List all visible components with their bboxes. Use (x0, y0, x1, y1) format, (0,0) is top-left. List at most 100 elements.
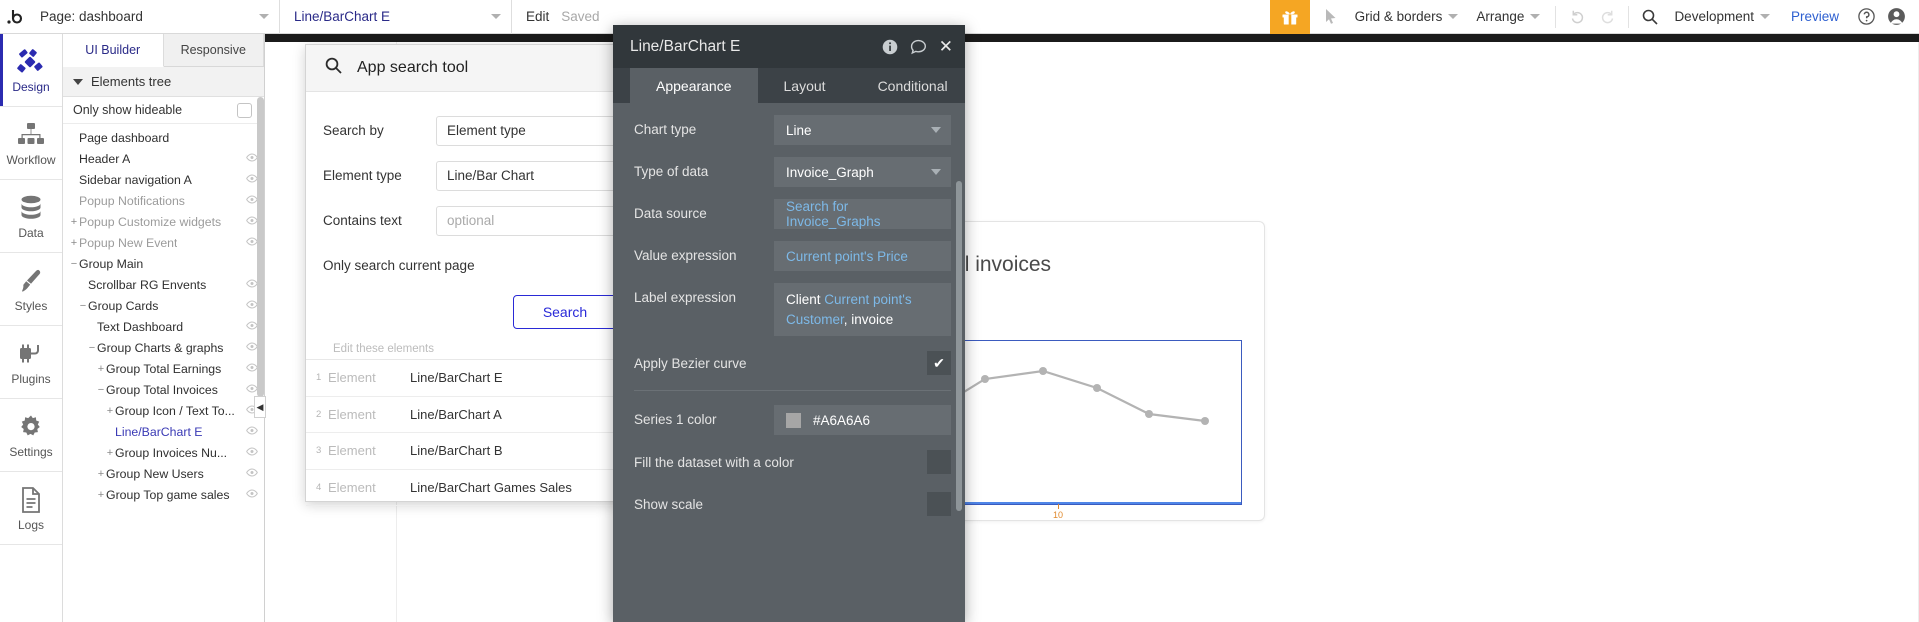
tab-layout[interactable]: Layout (758, 68, 852, 103)
tree-node[interactable]: − Group Charts & graphs (63, 337, 264, 358)
eye-icon[interactable] (240, 173, 258, 186)
eye-icon[interactable] (240, 215, 258, 228)
rail-item-design[interactable]: Design (0, 34, 62, 107)
eye-icon[interactable] (240, 299, 258, 312)
rail-item-data[interactable]: Data (0, 180, 62, 253)
tree-node[interactable]: Popup Notifications (63, 190, 264, 211)
preview-button[interactable]: Preview (1779, 9, 1851, 24)
tree-node[interactable]: − Group Total Invoices (63, 379, 264, 400)
tree-node[interactable]: Header A (63, 148, 264, 169)
tree-node[interactable]: Line/BarChart E (63, 421, 264, 442)
question-circle-icon[interactable] (1851, 0, 1881, 34)
eye-icon[interactable] (240, 362, 258, 375)
page-selector[interactable]: Page: dashboard (26, 0, 280, 34)
eye-icon[interactable] (240, 152, 258, 165)
apply-bezier-checkbox[interactable]: ✔ (927, 351, 951, 376)
tree-scrollbar[interactable] (257, 97, 264, 397)
collapse-icon[interactable]: − (96, 384, 106, 396)
collapse-icon[interactable]: − (87, 342, 97, 354)
rail-item-settings[interactable]: Settings (0, 399, 62, 472)
cursor-arrow-icon[interactable] (1316, 8, 1346, 25)
only-show-hideable-row[interactable]: Only show hideable (63, 97, 264, 124)
fill-dataset-checkbox[interactable] (927, 450, 951, 475)
rail-item-label: Workflow (6, 152, 56, 167)
chevron-down-icon (259, 14, 269, 19)
info-circle-icon[interactable] (882, 39, 898, 55)
tab-ui-builder[interactable]: UI Builder (63, 34, 164, 67)
collapse-icon[interactable]: − (69, 258, 79, 270)
tree-node[interactable]: + Group New Users (63, 463, 264, 484)
search-by-value: Element type (447, 123, 526, 138)
redo-icon[interactable] (1592, 0, 1622, 34)
property-editor-scrollbar[interactable] (956, 181, 962, 511)
eye-icon[interactable] (240, 425, 258, 438)
comment-icon[interactable] (910, 39, 927, 55)
eye-icon[interactable] (240, 320, 258, 333)
rail-item-logs[interactable]: Logs (0, 472, 62, 545)
grid-borders-menu[interactable]: Grid & borders (1346, 9, 1468, 24)
elements-tree-header[interactable]: Elements tree (63, 67, 264, 97)
tree-node[interactable]: − Group Main (63, 253, 264, 274)
tree-node[interactable]: + Group Top game sales (63, 484, 264, 505)
eye-icon[interactable] (240, 236, 258, 249)
expand-icon[interactable]: + (105, 447, 115, 459)
close-icon[interactable]: ✕ (939, 38, 953, 55)
expand-icon[interactable]: + (96, 489, 106, 501)
expand-icon[interactable]: + (105, 405, 115, 417)
elements-tree-list[interactable]: Page dashboard Header A Sidebar navigation… (63, 124, 264, 622)
tree-node[interactable]: − Group Cards (63, 295, 264, 316)
eye-icon[interactable] (240, 446, 258, 459)
search-result-kind: Element (328, 370, 376, 386)
expand-icon[interactable]: + (69, 216, 79, 228)
tree-node[interactable]: Text Dashboard (63, 316, 264, 337)
tree-node[interactable]: + Group Invoices Nu... (63, 442, 264, 463)
edit-button[interactable]: Edit (512, 9, 561, 24)
eye-icon[interactable] (240, 488, 258, 501)
database-icon (18, 193, 44, 223)
rail-item-styles[interactable]: Styles (0, 253, 62, 326)
user-avatar-icon[interactable] (1881, 0, 1911, 34)
rail-item-plugins[interactable]: Plugins (0, 326, 62, 399)
bubble-logo-icon[interactable] (0, 0, 26, 34)
gift-icon[interactable] (1269, 0, 1310, 34)
only-show-hideable-checkbox[interactable] (237, 102, 252, 118)
tree-node-label: Sidebar navigation A (79, 172, 192, 187)
eye-icon[interactable] (240, 278, 258, 291)
type-of-data-select[interactable]: Invoice_Graph (774, 157, 951, 187)
collapse-icon[interactable]: − (78, 300, 88, 312)
elements-tree-title: Elements tree (91, 74, 172, 89)
version-menu[interactable]: Development (1665, 9, 1779, 24)
expand-icon[interactable]: + (96, 363, 106, 375)
tree-node[interactable]: + Popup New Event (63, 232, 264, 253)
data-source-row: Data source Search for Invoice_Graphs (634, 199, 951, 229)
collapse-left-icon[interactable]: ◀ (254, 396, 266, 418)
rail-item-workflow[interactable]: Workflow (0, 107, 62, 180)
tree-node[interactable]: Sidebar navigation A (63, 169, 264, 190)
tree-node[interactable]: + Group Icon / Text To... (63, 400, 264, 421)
search-icon[interactable] (1635, 0, 1665, 34)
show-scale-checkbox[interactable] (927, 492, 951, 517)
eye-icon[interactable] (240, 383, 258, 396)
tab-responsive[interactable]: Responsive (163, 34, 264, 66)
data-source-expression[interactable]: Search for Invoice_Graphs (774, 199, 951, 229)
search-button[interactable]: Search (513, 295, 617, 329)
expand-icon[interactable]: + (96, 468, 106, 480)
chart-type-select[interactable]: Line (774, 115, 951, 145)
eye-icon[interactable] (240, 194, 258, 207)
label-expression-field[interactable]: Client Current point's Customer, invoice (774, 283, 951, 337)
eye-icon[interactable] (240, 341, 258, 354)
tree-node[interactable]: + Popup Customize widgets (63, 211, 264, 232)
tree-node[interactable]: + Group Total Earnings (63, 358, 264, 379)
undo-icon[interactable] (1562, 0, 1592, 34)
element-type-value: Line/Bar Chart (447, 168, 535, 183)
element-selector[interactable]: Line/BarChart E (280, 0, 512, 34)
arrange-menu[interactable]: Arrange (1467, 9, 1549, 24)
series-color-field[interactable]: #A6A6A6 (774, 405, 951, 436)
expand-icon[interactable]: + (69, 237, 79, 249)
tab-appearance[interactable]: Appearance (630, 68, 758, 103)
value-expression-field[interactable]: Current point's Price (774, 241, 951, 271)
tree-node[interactable]: Scrollbar RG Envents (63, 274, 264, 295)
tree-node[interactable]: Page dashboard (63, 127, 264, 148)
eye-icon[interactable] (240, 467, 258, 480)
tab-conditional[interactable]: Conditional (852, 68, 974, 103)
